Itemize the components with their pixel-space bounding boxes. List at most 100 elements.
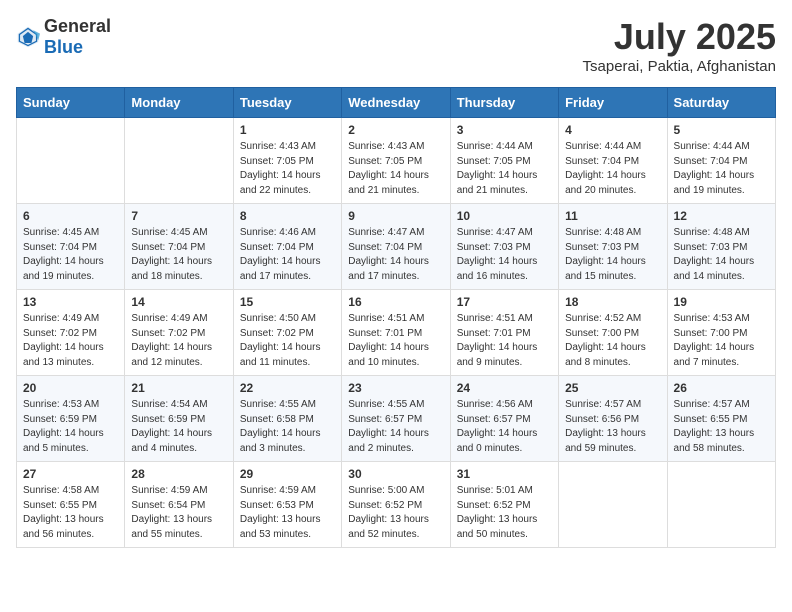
day-number: 6 <box>23 209 118 223</box>
logo-icon <box>16 25 40 49</box>
day-info: Sunrise: 4:53 AMSunset: 7:00 PMDaylight:… <box>674 312 769 370</box>
day-info: Sunrise: 4:57 AMSunset: 6:56 PMDaylight:… <box>565 398 660 456</box>
day-info: Sunrise: 4:48 AMSunset: 7:03 PMDaylight:… <box>565 226 660 284</box>
day-info: Sunrise: 4:51 AMSunset: 7:01 PMDaylight:… <box>457 312 552 370</box>
day-number: 25 <box>565 381 660 395</box>
day-number: 24 <box>457 381 552 395</box>
day-info: Sunrise: 4:47 AMSunset: 7:04 PMDaylight:… <box>348 226 443 284</box>
calendar-header-row: SundayMondayTuesdayWednesdayThursdayFrid… <box>17 88 776 118</box>
calendar-cell: 1Sunrise: 4:43 AMSunset: 7:05 PMDaylight… <box>233 118 341 204</box>
day-number: 21 <box>131 381 226 395</box>
calendar-cell: 13 Sunrise: 4:49 AMSunset: 7:02 PMDayligh… <box>17 290 125 376</box>
day-number: 26 <box>674 381 769 395</box>
day-number: 17 <box>457 295 552 309</box>
calendar-cell: 17 Sunrise: 4:51 AMSunset: 7:01 PMDayligh… <box>450 290 558 376</box>
calendar-header-tuesday: Tuesday <box>233 88 341 118</box>
day-info: Sunrise: 5:00 AMSunset: 6:52 PMDaylight:… <box>348 484 443 542</box>
calendar-cell: 19Sunrise: 4:53 AMSunset: 7:00 PMDayligh… <box>667 290 775 376</box>
calendar-cell: 27 Sunrise: 4:58 AMSunset: 6:55 PMDayligh… <box>17 462 125 548</box>
day-number: 15 <box>240 295 335 309</box>
day-info: Sunrise: 4:53 AMSunset: 6:59 PMDaylight:… <box>23 398 118 456</box>
day-info: Sunrise: 4:49 AMSunset: 7:02 PMDaylight:… <box>131 312 226 370</box>
day-number: 28 <box>131 467 226 481</box>
day-number: 18 <box>565 295 660 309</box>
calendar-cell <box>559 462 667 548</box>
day-number: 10 <box>457 209 552 223</box>
day-number: 3 <box>457 123 552 137</box>
day-info: Sunrise: 4:56 AMSunset: 6:57 PMDaylight:… <box>457 398 552 456</box>
day-info: Sunrise: 4:52 AMSunset: 7:00 PMDaylight:… <box>565 312 660 370</box>
calendar-cell: 31 Sunrise: 5:01 AMSunset: 6:52 PMDayligh… <box>450 462 558 548</box>
day-info: Sunrise: 5:01 AMSunset: 6:52 PMDaylight:… <box>457 484 552 542</box>
week-row-2: 6 Sunrise: 4:45 AMSunset: 7:04 PMDaylight… <box>17 204 776 290</box>
calendar-cell: 2 Sunrise: 4:43 AMSunset: 7:05 PMDaylight… <box>342 118 450 204</box>
day-number: 9 <box>348 209 443 223</box>
day-info: Sunrise: 4:55 AMSunset: 6:58 PMDaylight:… <box>240 398 335 456</box>
calendar-cell: 3 Sunrise: 4:44 AMSunset: 7:05 PMDaylight… <box>450 118 558 204</box>
day-number: 12 <box>674 209 769 223</box>
calendar-cell: 8 Sunrise: 4:46 AMSunset: 7:04 PMDaylight… <box>233 204 341 290</box>
day-number: 29 <box>240 467 335 481</box>
calendar-cell: 10 Sunrise: 4:47 AMSunset: 7:03 PMDayligh… <box>450 204 558 290</box>
calendar-header-thursday: Thursday <box>450 88 558 118</box>
logo-general: General <box>44 16 111 36</box>
calendar-cell: 6Sunrise: 4:45 AMSunset: 7:04 PMDaylight… <box>17 204 125 290</box>
day-info: Sunrise: 4:55 AMSunset: 6:57 PMDaylight:… <box>348 398 443 456</box>
day-info: Sunrise: 4:44 AMSunset: 7:04 PMDaylight:… <box>674 140 769 198</box>
calendar-cell: 23 Sunrise: 4:55 AMSunset: 6:57 PMDayligh… <box>342 376 450 462</box>
calendar-cell: 24 Sunrise: 4:56 AMSunset: 6:57 PMDayligh… <box>450 376 558 462</box>
week-row-1: 1Sunrise: 4:43 AMSunset: 7:05 PMDaylight… <box>17 118 776 204</box>
day-info: Sunrise: 4:57 AMSunset: 6:55 PMDaylight:… <box>674 398 769 456</box>
day-info: Sunrise: 4:43 AMSunset: 7:05 PMDaylight:… <box>348 140 443 198</box>
day-number: 31 <box>457 467 552 481</box>
calendar-cell: 15 Sunrise: 4:50 AMSunset: 7:02 PMDayligh… <box>233 290 341 376</box>
week-row-5: 27 Sunrise: 4:58 AMSunset: 6:55 PMDayligh… <box>17 462 776 548</box>
day-number: 20 <box>23 381 118 395</box>
day-info: Sunrise: 4:46 AMSunset: 7:04 PMDaylight:… <box>240 226 335 284</box>
day-info: Sunrise: 4:49 AMSunset: 7:02 PMDaylight:… <box>23 312 118 370</box>
calendar-cell: 5 Sunrise: 4:44 AMSunset: 7:04 PMDaylight… <box>667 118 775 204</box>
week-row-4: 20 Sunrise: 4:53 AMSunset: 6:59 PMDayligh… <box>17 376 776 462</box>
calendar-cell: 20 Sunrise: 4:53 AMSunset: 6:59 PMDayligh… <box>17 376 125 462</box>
calendar-cell: 25 Sunrise: 4:57 AMSunset: 6:56 PMDayligh… <box>559 376 667 462</box>
calendar-cell: 26 Sunrise: 4:57 AMSunset: 6:55 PMDayligh… <box>667 376 775 462</box>
calendar-cell: 28 Sunrise: 4:59 AMSunset: 6:54 PMDayligh… <box>125 462 233 548</box>
calendar-cell <box>17 118 125 204</box>
calendar-cell: 4Sunrise: 4:44 AMSunset: 7:04 PMDaylight… <box>559 118 667 204</box>
day-info: Sunrise: 4:47 AMSunset: 7:03 PMDaylight:… <box>457 226 552 284</box>
logo-text: General Blue <box>44 16 111 58</box>
day-info: Sunrise: 4:51 AMSunset: 7:01 PMDaylight:… <box>348 312 443 370</box>
day-number: 13 <box>23 295 118 309</box>
day-info: Sunrise: 4:44 AMSunset: 7:05 PMDaylight:… <box>457 140 552 198</box>
day-info: Sunrise: 4:45 AMSunset: 7:04 PMDaylight:… <box>131 226 226 284</box>
calendar-cell: 14 Sunrise: 4:49 AMSunset: 7:02 PMDayligh… <box>125 290 233 376</box>
day-number: 23 <box>348 381 443 395</box>
day-number: 27 <box>23 467 118 481</box>
calendar-cell: 22 Sunrise: 4:55 AMSunset: 6:58 PMDayligh… <box>233 376 341 462</box>
day-number: 8 <box>240 209 335 223</box>
day-info: Sunrise: 4:59 AMSunset: 6:54 PMDaylight:… <box>131 484 226 542</box>
calendar-cell: 9 Sunrise: 4:47 AMSunset: 7:04 PMDaylight… <box>342 204 450 290</box>
calendar-cell: 21 Sunrise: 4:54 AMSunset: 6:59 PMDayligh… <box>125 376 233 462</box>
day-info: Sunrise: 4:50 AMSunset: 7:02 PMDaylight:… <box>240 312 335 370</box>
header: General Blue July 2025 Tsaperai, Paktia,… <box>16 16 776 75</box>
day-info: Sunrise: 4:58 AMSunset: 6:55 PMDaylight:… <box>23 484 118 542</box>
day-number: 14 <box>131 295 226 309</box>
calendar-cell <box>667 462 775 548</box>
day-info: Sunrise: 4:48 AMSunset: 7:03 PMDaylight:… <box>674 226 769 284</box>
day-number: 2 <box>348 123 443 137</box>
title-area: July 2025 Tsaperai, Paktia, Afghanistan <box>583 16 776 75</box>
calendar-cell: 18 Sunrise: 4:52 AMSunset: 7:00 PMDayligh… <box>559 290 667 376</box>
day-number: 22 <box>240 381 335 395</box>
logo: General Blue <box>16 16 111 58</box>
day-info: Sunrise: 4:54 AMSunset: 6:59 PMDaylight:… <box>131 398 226 456</box>
calendar-cell: 30Sunrise: 5:00 AMSunset: 6:52 PMDayligh… <box>342 462 450 548</box>
day-number: 5 <box>674 123 769 137</box>
calendar-cell: 16Sunrise: 4:51 AMSunset: 7:01 PMDayligh… <box>342 290 450 376</box>
calendar-header-monday: Monday <box>125 88 233 118</box>
subtitle: Tsaperai, Paktia, Afghanistan <box>583 58 776 75</box>
day-info: Sunrise: 4:43 AMSunset: 7:05 PMDaylight:… <box>240 140 335 198</box>
calendar-header-saturday: Saturday <box>667 88 775 118</box>
calendar: SundayMondayTuesdayWednesdayThursdayFrid… <box>16 87 776 548</box>
calendar-cell: 11Sunrise: 4:48 AMSunset: 7:03 PMDayligh… <box>559 204 667 290</box>
